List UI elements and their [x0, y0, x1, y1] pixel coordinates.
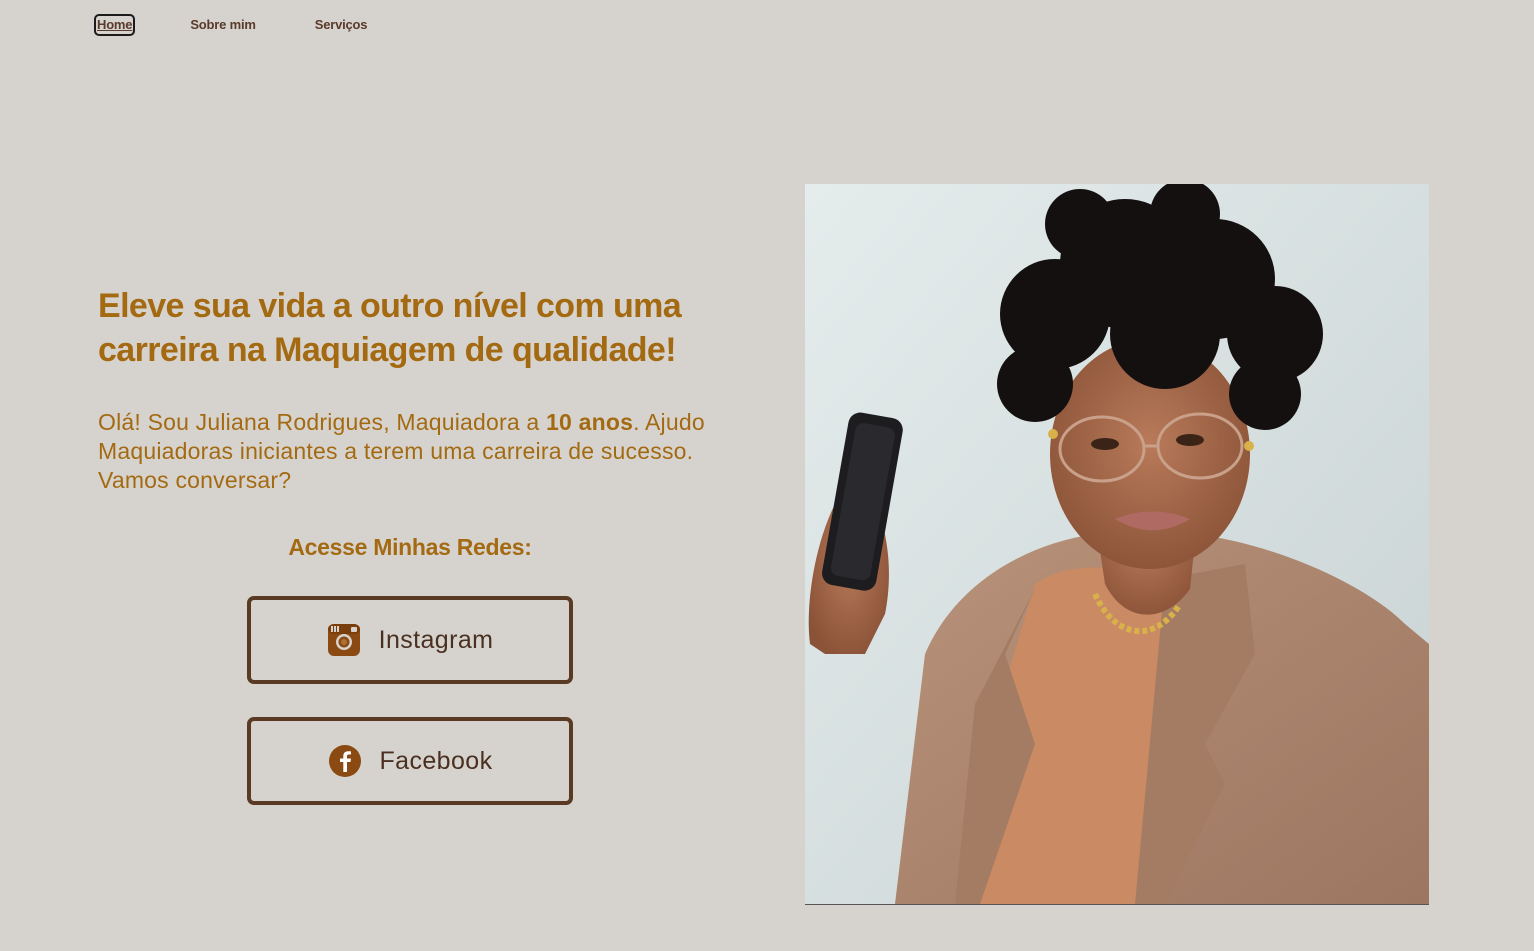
hero-intro: Olá! Sou Juliana Rodrigues, Maquiadora a…	[98, 408, 738, 495]
hero-headline: Eleve sua vida a outro nível com uma car…	[98, 287, 682, 369]
portrait-photo	[805, 184, 1429, 905]
instagram-label: Instagram	[378, 625, 494, 654]
social-section-title: Acesse Minhas Redes:	[288, 534, 532, 560]
intro-text-start: Olá! Sou Juliana Rodrigues, Maquiadora a	[98, 409, 547, 435]
facebook-label: Facebook	[379, 746, 493, 775]
intro-years-highlight: 10 anos	[546, 409, 634, 435]
top-nav: Home Sobre mim Serviços	[93, 14, 368, 36]
instagram-icon	[327, 623, 361, 657]
landing-page: Home Sobre mim Serviços Eleve sua vida a…	[0, 0, 1534, 951]
nav-sobre-mim-link[interactable]: Sobre mim	[190, 16, 256, 34]
nav-home-link[interactable]: Home	[93, 14, 136, 36]
facebook-icon	[328, 744, 362, 778]
instagram-button[interactable]: Instagram	[247, 596, 573, 684]
nav-servicos-link[interactable]: Serviços	[315, 16, 368, 34]
facebook-button[interactable]: Facebook	[247, 717, 573, 805]
